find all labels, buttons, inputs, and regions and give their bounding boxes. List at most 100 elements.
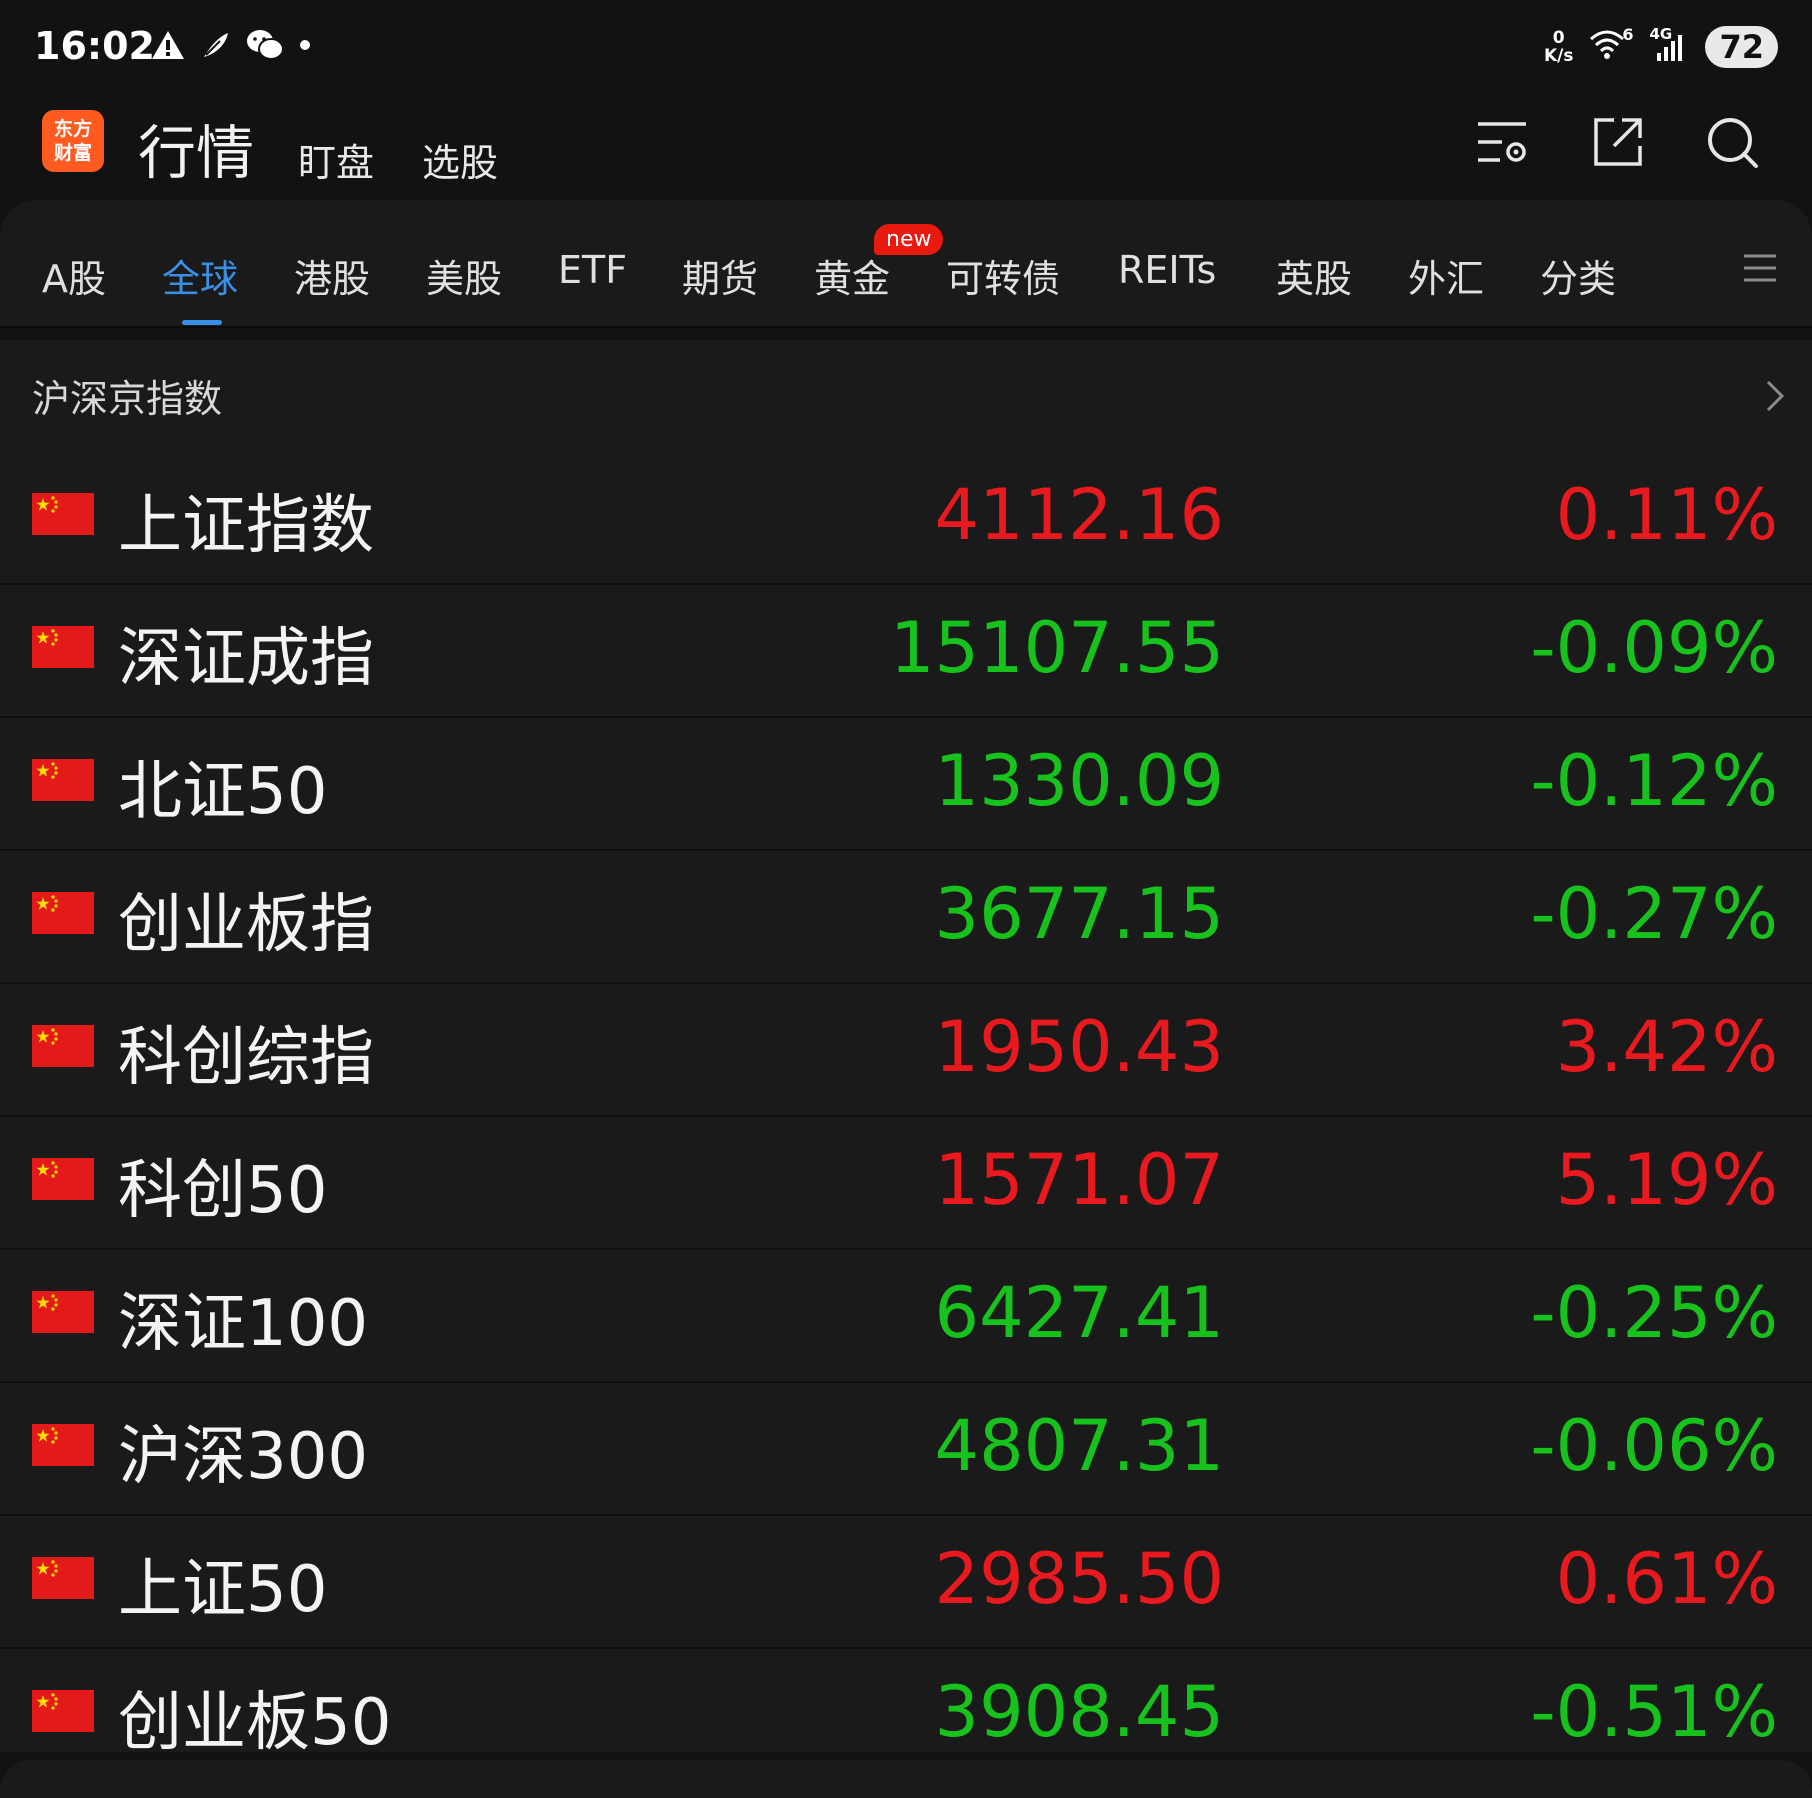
section-title[interactable]: 沪深京指数	[32, 368, 222, 423]
index-change: 5.19%	[1555, 1139, 1778, 1221]
index-name: 北证50	[118, 755, 328, 829]
star-icon	[36, 1028, 58, 1045]
index-price: 3908.45	[934, 1671, 1224, 1753]
index-name: 科创50	[118, 1154, 328, 1228]
cellular-indicator: 4G	[1649, 25, 1689, 65]
feather-app-icon	[204, 33, 228, 57]
index-change: -0.51%	[1530, 1671, 1778, 1753]
index-price: 3677.15	[934, 873, 1224, 955]
index-change: 3.42%	[1555, 1006, 1778, 1088]
active-tab-indicator	[182, 320, 222, 325]
index-name: 深证成指	[118, 622, 374, 696]
list-settings-icon[interactable]	[1472, 112, 1532, 172]
new-badge: new	[874, 224, 944, 255]
star-icon	[36, 895, 58, 912]
wifi-icon	[1590, 30, 1625, 59]
network-speed-value: 0	[1552, 28, 1565, 48]
star-icon	[36, 1161, 58, 1178]
index-price: 4807.31	[934, 1405, 1224, 1487]
wechat-icon	[247, 30, 284, 60]
china-flag-icon	[32, 1291, 94, 1333]
china-flag-icon	[32, 1557, 94, 1599]
index-price: 1571.07	[934, 1139, 1224, 1221]
index-change: -0.12%	[1530, 740, 1778, 822]
china-flag-icon	[32, 1158, 94, 1200]
index-row[interactable]: 深证100 6427.41 -0.25%	[0, 1250, 1812, 1383]
index-row[interactable]: 深证成指 15107.55 -0.09%	[0, 585, 1812, 718]
warning-icon	[152, 31, 184, 59]
star-icon	[36, 629, 58, 646]
chevron-right-icon[interactable]	[1762, 376, 1788, 416]
star-icon	[36, 1560, 58, 1577]
status-right: 0 K/s 6 4G 72	[1544, 25, 1778, 68]
network-speed: 0 K/s	[1544, 29, 1574, 65]
index-price: 4112.16	[934, 474, 1224, 556]
index-row[interactable]: 创业板指 3677.15 -0.27%	[0, 851, 1812, 984]
search-icon[interactable]	[1702, 112, 1762, 172]
index-price: 6427.41	[934, 1272, 1224, 1354]
tab-etf[interactable]: ETF	[558, 248, 627, 292]
index-list: 上证指数 4112.16 0.11% 深证成指 15107.55 -0.09% 北证50 13…	[0, 452, 1812, 1780]
menu-icon[interactable]	[1742, 250, 1778, 286]
index-price: 1330.09	[934, 740, 1224, 822]
logo-line-1: 东方	[53, 118, 92, 140]
stock-picker-link[interactable]: 选股	[422, 132, 498, 187]
market-tab-bar: A股 全球 港股 美股 ETF 期货 黄金 可转债 REITs 英股 外汇 分类	[0, 200, 1812, 326]
index-row[interactable]: 北证50 1330.09 -0.12%	[0, 718, 1812, 851]
tab-global[interactable]: 全球	[162, 248, 238, 303]
china-flag-icon	[32, 1025, 94, 1067]
tab-us-stocks[interactable]: 美股	[426, 248, 502, 303]
china-flag-icon	[32, 892, 94, 934]
index-name: 创业板指	[118, 888, 374, 962]
china-flag-icon	[32, 626, 94, 668]
tab-futures[interactable]: 期货	[682, 248, 758, 303]
index-change: 0.61%	[1555, 1538, 1778, 1620]
index-name: 上证50	[118, 1553, 328, 1627]
tab-categories[interactable]: 分类	[1540, 248, 1616, 303]
star-icon	[36, 1693, 58, 1710]
index-name: 科创综指	[118, 1021, 374, 1095]
china-flag-icon	[32, 1690, 94, 1732]
index-price: 1950.43	[934, 1006, 1224, 1088]
share-icon[interactable]	[1588, 112, 1648, 172]
tab-hk-stocks[interactable]: 港股	[294, 248, 370, 303]
page-title[interactable]: 行情	[138, 106, 254, 190]
index-price: 2985.50	[934, 1538, 1224, 1620]
wifi-label: 6	[1622, 25, 1634, 44]
app-header: 东方 财富 行情 盯盘 选股	[0, 96, 1812, 206]
star-icon	[36, 1294, 58, 1311]
wifi-indicator: 6	[1589, 25, 1633, 65]
logo-line-2: 财富	[53, 142, 92, 164]
index-row[interactable]: 科创50 1571.07 5.19%	[0, 1117, 1812, 1250]
watch-link[interactable]: 盯盘	[298, 132, 374, 187]
index-change: -0.25%	[1530, 1272, 1778, 1354]
status-bar: 16:02 0 K/s 6 4G 72	[0, 0, 1812, 96]
index-name: 沪深300	[118, 1420, 369, 1494]
tab-a-shares[interactable]: A股	[42, 248, 106, 303]
china-flag-icon	[32, 1424, 94, 1466]
index-name: 上证指数	[118, 489, 374, 563]
star-icon	[36, 762, 58, 779]
index-row[interactable]: 科创综指 1950.43 3.42%	[0, 984, 1812, 1117]
index-row[interactable]: 沪深300 4807.31 -0.06%	[0, 1383, 1812, 1516]
tab-convertible-bonds[interactable]: 可转债	[946, 248, 1060, 303]
tab-forex[interactable]: 外汇	[1408, 248, 1484, 303]
index-price: 15107.55	[889, 607, 1224, 689]
next-section-edge	[0, 1760, 1812, 1798]
index-change: -0.09%	[1530, 607, 1778, 689]
tab-reits[interactable]: REITs	[1118, 248, 1216, 292]
status-left-icons	[150, 28, 312, 62]
index-change: 0.11%	[1555, 474, 1778, 556]
index-change: -0.06%	[1530, 1405, 1778, 1487]
tab-uk-stocks[interactable]: 英股	[1276, 248, 1352, 303]
star-icon	[36, 1427, 58, 1444]
index-row[interactable]: 上证50 2985.50 0.61%	[0, 1516, 1812, 1649]
index-section: 沪深京指数 上证指数 4112.16 0.11% 深证成指 15107.55 -0.09%…	[0, 340, 1812, 1760]
index-row[interactable]: 上证指数 4112.16 0.11%	[0, 452, 1812, 585]
network-speed-unit: K/s	[1543, 46, 1574, 66]
battery-indicator: 72	[1705, 26, 1778, 68]
tab-divider	[0, 326, 1812, 328]
app-logo[interactable]: 东方 财富	[42, 110, 104, 172]
network-type: 4G	[1649, 25, 1673, 43]
tab-gold[interactable]: 黄金	[814, 248, 890, 303]
